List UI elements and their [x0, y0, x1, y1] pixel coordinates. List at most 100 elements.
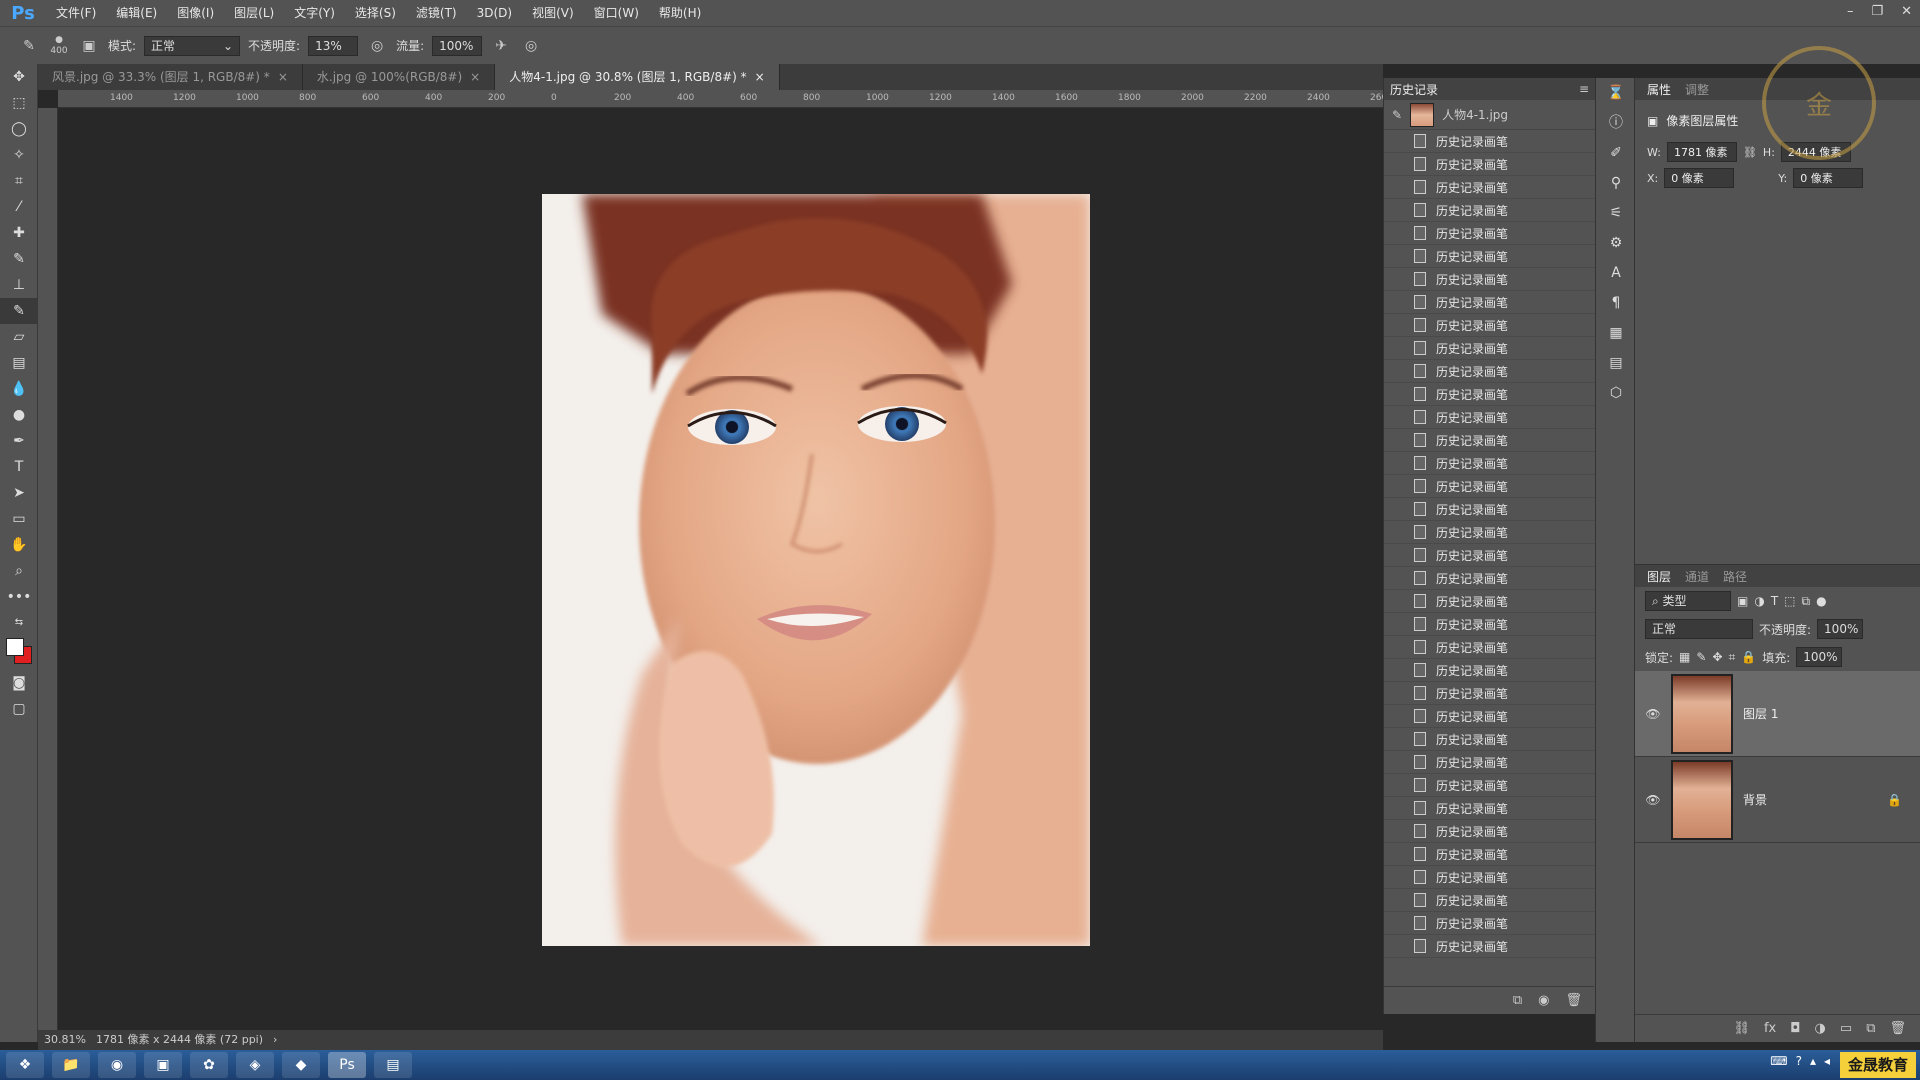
tray-icon[interactable]: ⌨	[1770, 1054, 1787, 1068]
history-item[interactable]: 历史记录画笔	[1384, 544, 1595, 567]
opacity-field[interactable]: 13%	[308, 35, 359, 56]
history-item[interactable]: 历史记录画笔	[1384, 268, 1595, 291]
close-tab-icon[interactable]: ×	[755, 70, 765, 84]
layer-row[interactable]: 👁 图层 1	[1635, 671, 1920, 757]
blur-tool-icon[interactable]: 💧	[0, 376, 38, 402]
crop-tool-icon[interactable]: ⌗	[0, 168, 38, 194]
zoom-level[interactable]: 30.81%	[44, 1030, 86, 1050]
history-item[interactable]: 历史记录画笔	[1384, 498, 1595, 521]
filter-smart-object-icon[interactable]: ⧉	[1802, 594, 1811, 609]
width-field[interactable]: 1781 像素	[1666, 142, 1737, 162]
history-item[interactable]: 历史记录画笔	[1384, 659, 1595, 682]
brush-settings-icon[interactable]: ✐	[1596, 138, 1636, 168]
menu-view[interactable]: 视图(V)	[522, 0, 584, 26]
layer-filter-select[interactable]: ⌕ 类型	[1645, 591, 1731, 611]
move-tool-icon[interactable]: ✥	[0, 64, 38, 90]
app-icon[interactable]: ▣	[144, 1052, 182, 1078]
menu-filter[interactable]: 滤镜(T)	[406, 0, 467, 26]
flow-field[interactable]: 100%	[432, 35, 483, 56]
history-item[interactable]: 历史记录画笔	[1384, 452, 1595, 475]
3d-icon[interactable]: ⬡	[1596, 378, 1636, 408]
menu-select[interactable]: 选择(S)	[345, 0, 406, 26]
panel-menu-icon[interactable]: ≡	[1579, 82, 1589, 96]
tab-paths[interactable]: 路径	[1723, 568, 1747, 585]
history-item[interactable]: 历史记录画笔	[1384, 705, 1595, 728]
foreground-color-swatch[interactable]	[6, 638, 24, 656]
fill-field[interactable]: 100%	[1796, 647, 1843, 667]
history-item[interactable]: 历史记录画笔	[1384, 153, 1595, 176]
network-icon[interactable]: ▴	[1810, 1054, 1816, 1068]
restore-icon[interactable]: ❐	[1871, 4, 1883, 19]
history-item[interactable]: 历史记录画笔	[1384, 567, 1595, 590]
history-item[interactable]: 历史记录画笔	[1384, 521, 1595, 544]
close-icon[interactable]: ✕	[1901, 4, 1912, 19]
filter-shape-icon[interactable]: ⬚	[1784, 594, 1795, 608]
close-tab-icon[interactable]: ×	[278, 70, 288, 84]
history-item[interactable]: 历史记录画笔	[1384, 360, 1595, 383]
history-item[interactable]: 历史记录画笔	[1384, 912, 1595, 935]
info-icon[interactable]: ⓘ	[1596, 108, 1636, 138]
history-item[interactable]: 历史记录画笔	[1384, 636, 1595, 659]
layer-name[interactable]: 图层 1	[1743, 705, 1920, 722]
history-brush-tool-icon[interactable]: ✎	[18, 35, 40, 57]
app-icon[interactable]: ◈	[236, 1052, 274, 1078]
portrait-photo[interactable]	[542, 194, 1090, 946]
color-swatches[interactable]	[0, 636, 37, 670]
volume-icon[interactable]: ◂	[1824, 1054, 1830, 1068]
marquee-tool-icon[interactable]: ⬚	[0, 90, 38, 116]
eraser-tool-icon[interactable]: ▱	[0, 324, 38, 350]
app-icon[interactable]: ✿	[190, 1052, 228, 1078]
camera-icon[interactable]: ◉	[1538, 993, 1549, 1008]
history-item[interactable]: 历史记录画笔	[1384, 130, 1595, 153]
photoshop-taskbar-icon[interactable]: Ps	[328, 1052, 366, 1078]
y-field[interactable]: 0 像素	[1793, 168, 1864, 188]
tab-adjustments[interactable]: 调整	[1685, 81, 1709, 98]
quick-mask-icon[interactable]: ◙	[0, 670, 38, 696]
fx-icon[interactable]: fx	[1764, 1021, 1776, 1036]
minimize-icon[interactable]: –	[1847, 4, 1854, 19]
link-icon[interactable]: ⛓	[1743, 146, 1757, 159]
actions-icon[interactable]: ⚙	[1596, 228, 1636, 258]
new-document-from-state-icon[interactable]: ⧉	[1513, 993, 1522, 1008]
app-icon[interactable]: ▤	[374, 1052, 412, 1078]
clone-stamp-tool-icon[interactable]: ⊥	[0, 272, 38, 298]
history-item[interactable]: 历史记录画笔	[1384, 613, 1595, 636]
pressure-size-icon[interactable]: ◎	[520, 35, 542, 57]
menu-window[interactable]: 窗口(W)	[584, 0, 649, 26]
app-icon[interactable]: ◆	[282, 1052, 320, 1078]
history-brush-source-icon[interactable]: ✎	[1392, 108, 1402, 122]
paragraph-icon[interactable]: ¶	[1596, 288, 1636, 318]
history-panel-title[interactable]: 历史记录	[1390, 81, 1438, 98]
lock-paint-icon[interactable]: ✎	[1696, 650, 1706, 664]
layer-name[interactable]: 背景	[1743, 791, 1877, 808]
tab-channels[interactable]: 通道	[1685, 568, 1709, 585]
rectangle-tool-icon[interactable]: ▭	[0, 506, 38, 532]
path-selection-tool-icon[interactable]: ➤	[0, 480, 38, 506]
gradient-tool-icon[interactable]: ▤	[0, 350, 38, 376]
lock-transparent-icon[interactable]: ▦	[1679, 650, 1690, 664]
history-item[interactable]: 历史记录画笔	[1384, 751, 1595, 774]
history-item[interactable]: 历史记录画笔	[1384, 797, 1595, 820]
filter-toggle-icon[interactable]: ●	[1816, 594, 1826, 608]
swap-colors-icon[interactable]: ⇆	[0, 610, 38, 636]
menu-type[interactable]: 文字(Y)	[284, 0, 345, 26]
history-item[interactable]: 历史记录画笔	[1384, 222, 1595, 245]
x-field[interactable]: 0 像素	[1664, 168, 1735, 188]
tab-landscape[interactable]: 风景.jpg @ 33.3% (图层 1, RGB/8#) * ×	[38, 64, 303, 90]
history-item[interactable]: 历史记录画笔	[1384, 383, 1595, 406]
lasso-tool-icon[interactable]: ◯	[0, 116, 38, 142]
filter-adjustment-icon[interactable]: ◑	[1754, 594, 1764, 608]
trash-icon[interactable]: 🗑	[1565, 993, 1582, 1008]
history-item[interactable]: 历史记录画笔	[1384, 429, 1595, 452]
hand-tool-icon[interactable]: ✋	[0, 532, 38, 558]
browser-icon[interactable]: ◉	[98, 1052, 136, 1078]
pen-tool-icon[interactable]: ✒	[0, 428, 38, 454]
dodge-tool-icon[interactable]: ●	[0, 402, 38, 428]
history-snapshot[interactable]: ✎ 人物4-1.jpg	[1384, 100, 1595, 130]
file-explorer-icon[interactable]: 📁	[52, 1052, 90, 1078]
lock-position-icon[interactable]: ✥	[1712, 650, 1722, 664]
visibility-eye-icon[interactable]: 👁	[1645, 707, 1661, 721]
layer-row[interactable]: 👁 背景 🔒	[1635, 757, 1920, 843]
close-tab-icon[interactable]: ×	[470, 70, 480, 84]
history-panel-icon[interactable]: ⌛	[1596, 78, 1636, 108]
